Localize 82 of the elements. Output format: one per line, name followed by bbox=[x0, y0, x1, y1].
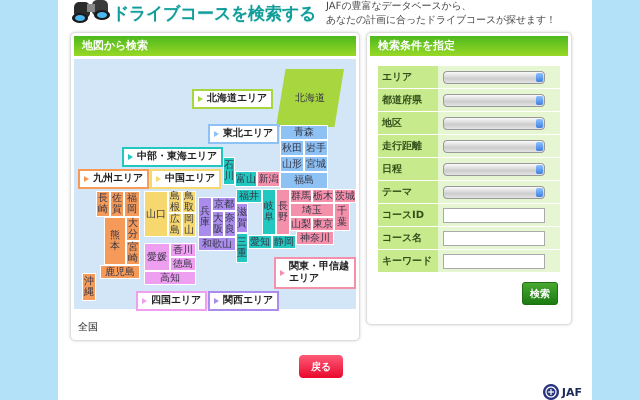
description-text: あなたの計画に合ったドライブコースが探せます！ bbox=[326, 14, 556, 28]
prefecture-region[interactable]: 大阪 bbox=[212, 211, 224, 237]
field-label: テーマ bbox=[378, 181, 438, 203]
area-link[interactable]: 四国エリア bbox=[136, 291, 207, 311]
prefecture-region[interactable]: 長野 bbox=[276, 189, 290, 235]
prefecture-region[interactable]: 石川 bbox=[223, 157, 235, 185]
prefecture-region[interactable]: 鹿児島 bbox=[100, 265, 140, 279]
prefecture-region[interactable]: 島根 bbox=[168, 191, 182, 213]
search-button[interactable]: 検索 bbox=[522, 282, 558, 305]
dropdown-field[interactable] bbox=[443, 186, 545, 198]
prefecture-region[interactable]: 大分 bbox=[126, 217, 140, 241]
prefecture-region[interactable]: 愛媛 bbox=[144, 243, 170, 271]
back-button[interactable]: 戻る bbox=[299, 355, 343, 378]
prefecture-region[interactable]: 青森 bbox=[280, 125, 328, 140]
prefecture-region[interactable]: 群馬 bbox=[290, 189, 312, 203]
prefecture-region[interactable]: 熊本 bbox=[104, 217, 126, 265]
prefecture-region[interactable]: 秋田 bbox=[280, 140, 304, 156]
prefecture-region[interactable]: 北海道 bbox=[276, 69, 344, 127]
area-link[interactable]: 関西エリア bbox=[208, 291, 279, 311]
prefecture-region[interactable]: 福井 bbox=[236, 189, 262, 203]
prefecture-region[interactable]: 東京 bbox=[312, 217, 334, 231]
prefecture-region[interactable]: 愛知 bbox=[248, 235, 272, 249]
field-label: 都道府県 bbox=[378, 89, 438, 111]
logo-text: JAF bbox=[562, 386, 582, 398]
prefecture-region[interactable]: 和歌山 bbox=[198, 237, 236, 251]
text-field[interactable] bbox=[443, 230, 545, 246]
area-link[interactable]: 中国エリア bbox=[150, 169, 221, 189]
area-link[interactable]: 北海道エリア bbox=[192, 89, 273, 109]
field-label: エリア bbox=[378, 66, 438, 88]
field-label: 日程 bbox=[378, 158, 438, 180]
area-link[interactable]: 東北エリア bbox=[208, 124, 279, 144]
prefecture-region[interactable]: 富山 bbox=[235, 171, 257, 187]
prefecture-region[interactable]: 長崎 bbox=[96, 191, 110, 217]
prefecture-region[interactable]: 福島 bbox=[280, 172, 328, 189]
prefecture-region[interactable]: 宮城 bbox=[304, 156, 328, 172]
prefecture-region[interactable]: 佐賀 bbox=[110, 191, 124, 217]
prefecture-region[interactable]: 山形 bbox=[280, 156, 304, 172]
description-text: JAFの豊富なデータベースから、 bbox=[326, 0, 472, 14]
text-field[interactable] bbox=[443, 208, 545, 222]
field-label: コース名 bbox=[378, 227, 438, 249]
prefecture-region[interactable]: 香川 bbox=[170, 243, 196, 257]
panel-header: 検索条件を指定 bbox=[370, 36, 568, 56]
dropdown-field[interactable] bbox=[443, 94, 545, 106]
area-link[interactable]: 関東・甲信越エリア bbox=[274, 257, 356, 289]
prefecture-region[interactable]: 滋賀 bbox=[236, 203, 248, 233]
prefecture-region[interactable]: 栃木 bbox=[312, 189, 334, 203]
text-field[interactable] bbox=[443, 254, 545, 268]
prefecture-region[interactable]: 沖縄 bbox=[82, 273, 96, 301]
prefecture-region[interactable]: 岩手 bbox=[304, 140, 328, 156]
prefecture-region[interactable]: 茨城 bbox=[334, 189, 356, 203]
prefecture-region[interactable]: 鳥取 bbox=[182, 191, 196, 213]
prefecture-region[interactable]: 新潟 bbox=[257, 171, 280, 187]
prefecture-region[interactable]: 兵庫 bbox=[198, 197, 212, 237]
prefecture-region[interactable]: 福岡 bbox=[124, 191, 140, 217]
panel-header: 地図から検索 bbox=[74, 36, 356, 56]
prefecture-region[interactable]: 山口 bbox=[144, 191, 168, 237]
area-link[interactable]: 中部・東海エリア bbox=[122, 147, 223, 167]
prefecture-region[interactable]: 宮崎 bbox=[126, 241, 140, 265]
prefecture-region[interactable]: 千葉 bbox=[334, 203, 350, 231]
area-link[interactable]: 九州エリア bbox=[78, 169, 149, 189]
field-label: コースID bbox=[378, 204, 438, 226]
prefecture-region[interactable]: 奈良 bbox=[224, 211, 236, 237]
prefecture-region[interactable]: 徳島 bbox=[170, 257, 196, 271]
dropdown-field[interactable] bbox=[443, 70, 545, 84]
prefecture-region[interactable]: 山梨 bbox=[290, 217, 312, 231]
prefecture-region[interactable]: 岡山 bbox=[182, 213, 196, 237]
nationwide-link[interactable]: 全国 bbox=[78, 322, 98, 333]
dropdown-field[interactable] bbox=[443, 162, 545, 176]
field-label: 走行距離 bbox=[378, 135, 438, 157]
prefecture-region[interactable]: 岐阜 bbox=[262, 189, 276, 235]
page-title: ドライブコースを検索する bbox=[112, 4, 316, 24]
prefecture-region[interactable]: 神奈川 bbox=[296, 231, 334, 245]
prefecture-region[interactable]: 京都 bbox=[212, 197, 236, 211]
field-label: キーワード bbox=[378, 250, 438, 272]
prefecture-region[interactable]: 高知 bbox=[144, 271, 196, 285]
prefecture-region[interactable]: 埼玉 bbox=[290, 203, 334, 217]
field-label: 地区 bbox=[378, 112, 438, 134]
dropdown-field[interactable] bbox=[443, 116, 545, 130]
prefecture-region[interactable]: 静岡 bbox=[272, 235, 296, 249]
prefecture-region[interactable]: 広島 bbox=[168, 213, 182, 237]
prefecture-region[interactable]: 三重 bbox=[236, 233, 248, 263]
dropdown-field[interactable] bbox=[443, 140, 545, 152]
